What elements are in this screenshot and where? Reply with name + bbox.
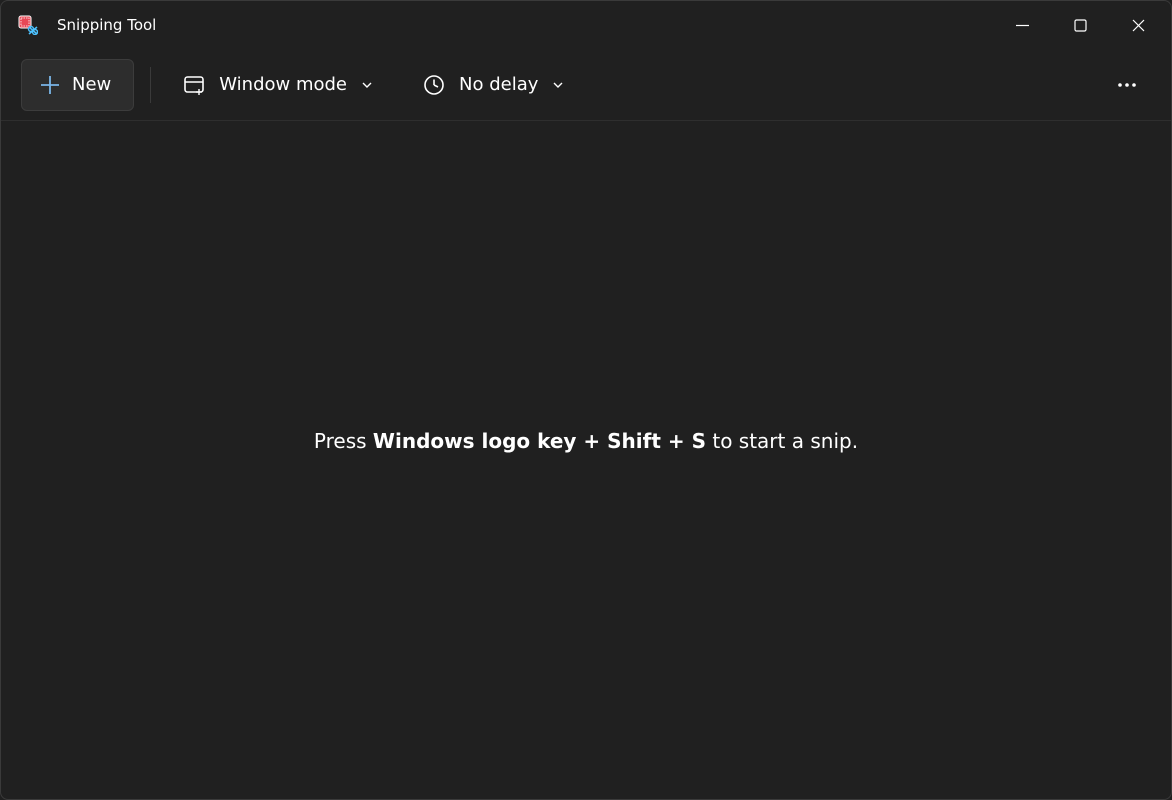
mode-dropdown-label: Window mode <box>219 74 347 95</box>
clock-icon <box>423 74 445 96</box>
hint-shortcut: Windows logo key + Shift + S <box>373 429 706 453</box>
hint-text: Press Windows logo key + Shift + S to st… <box>314 429 858 453</box>
plus-icon <box>40 75 60 95</box>
hint-suffix: to start a snip. <box>706 429 858 453</box>
more-button[interactable] <box>1103 61 1151 109</box>
hint-prefix: Press <box>314 429 373 453</box>
mode-dropdown[interactable]: Window mode <box>169 59 387 111</box>
titlebar: Snipping Tool <box>1 1 1171 49</box>
more-icon <box>1116 74 1138 96</box>
close-button[interactable] <box>1109 3 1167 47</box>
chevron-down-icon <box>552 79 564 91</box>
window-title: Snipping Tool <box>57 16 156 34</box>
app-icon <box>17 14 39 36</box>
toolbar-divider <box>150 67 151 103</box>
delay-dropdown-label: No delay <box>459 74 538 95</box>
minimize-button[interactable] <box>993 3 1051 47</box>
new-button[interactable]: New <box>21 59 134 111</box>
new-button-label: New <box>72 74 111 95</box>
close-icon <box>1132 19 1145 32</box>
chevron-down-icon <box>361 79 373 91</box>
maximize-icon <box>1074 19 1087 32</box>
content-area: Press Windows logo key + Shift + S to st… <box>1 121 1171 800</box>
maximize-button[interactable] <box>1051 3 1109 47</box>
minimize-icon <box>1016 19 1029 32</box>
toolbar: New Window mode No delay <box>1 49 1171 121</box>
delay-dropdown[interactable]: No delay <box>409 59 578 111</box>
window-mode-icon <box>183 74 205 96</box>
